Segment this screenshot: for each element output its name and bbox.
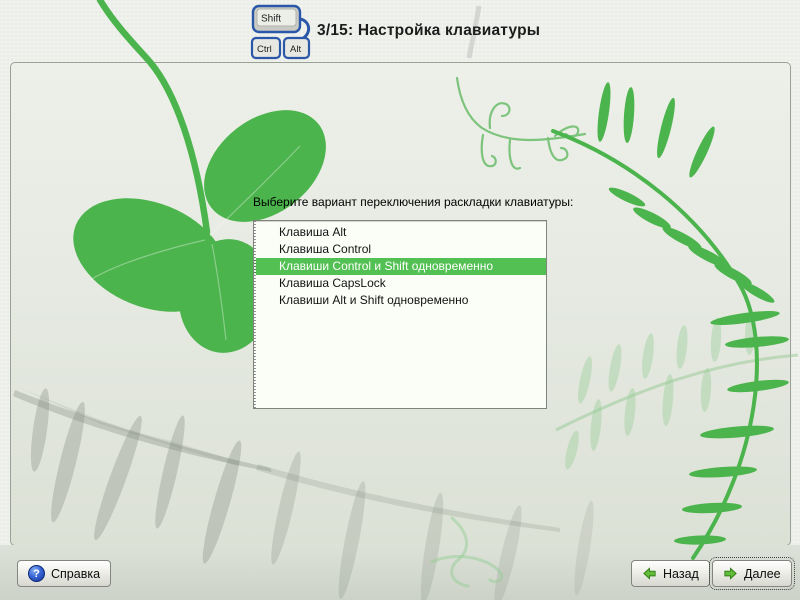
next-button[interactable]: Далее [712, 560, 792, 587]
help-button[interactable]: ? Справка [17, 560, 111, 587]
back-button[interactable]: Назад [631, 560, 710, 587]
arrow-right-icon [723, 566, 738, 581]
back-button-label: Назад [663, 567, 699, 581]
help-button-label: Справка [51, 567, 100, 581]
arrow-left-icon [642, 566, 657, 581]
next-button-label: Далее [744, 567, 781, 581]
help-icon: ? [28, 565, 45, 582]
wizard-footer: ? Справка Назад Далее [0, 0, 800, 600]
